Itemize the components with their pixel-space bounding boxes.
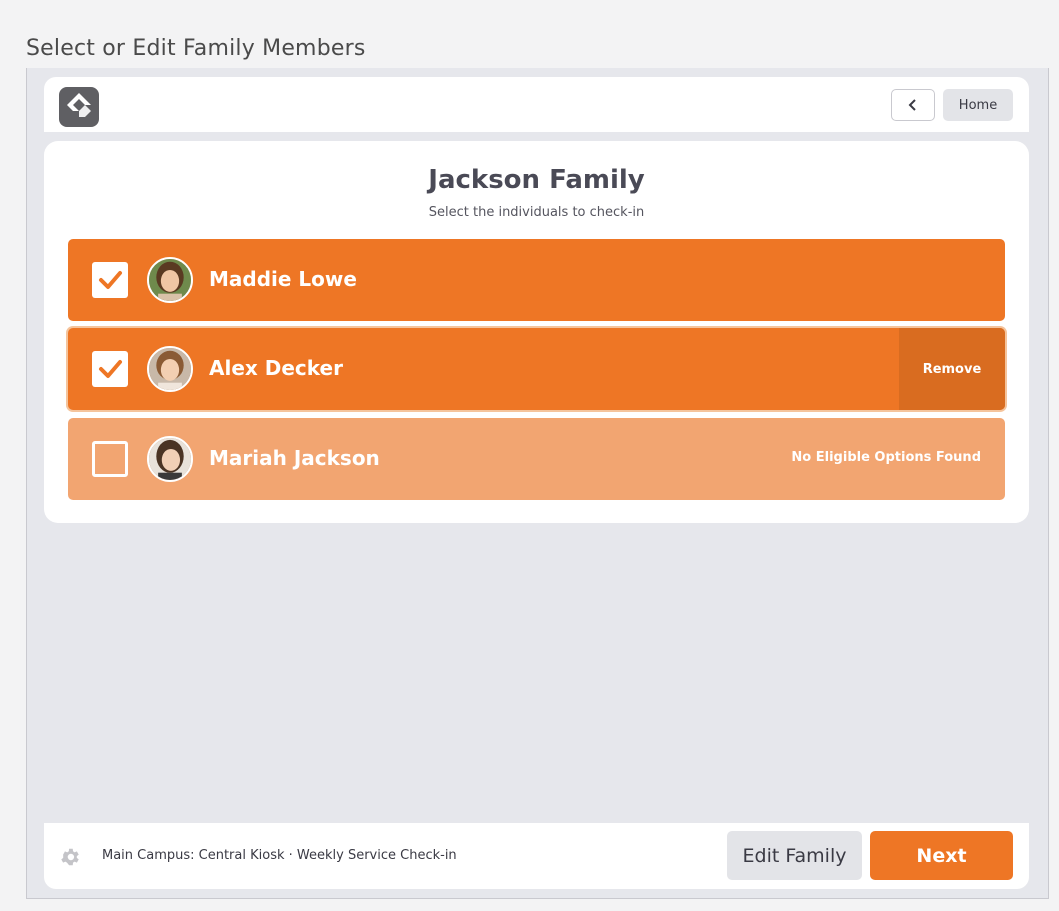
next-button[interactable]: Next (870, 831, 1013, 880)
family-panel: Jackson Family Select the individuals to… (44, 141, 1029, 523)
person-name: Maddie Lowe (209, 267, 357, 291)
checkmark-icon (99, 360, 122, 378)
page-caption: Select or Edit Family Members (26, 36, 366, 61)
person-row-maddie-lowe[interactable]: Maddie Lowe (68, 239, 1005, 321)
footer-bar: Main Campus: Central Kiosk · Weekly Serv… (44, 823, 1029, 889)
edit-family-button[interactable]: Edit Family (727, 831, 862, 880)
remove-button[interactable]: Remove (899, 328, 1005, 410)
family-title: Jackson Family (428, 165, 645, 195)
person-name: Mariah Jackson (209, 446, 380, 470)
checkbox-checked[interactable] (92, 351, 128, 387)
avatar (147, 346, 193, 392)
checkbox-checked[interactable] (92, 262, 128, 298)
checkbox-unchecked[interactable] (92, 441, 128, 477)
person-row-mariah-jackson[interactable]: Mariah Jackson No Eligible Options Found (68, 418, 1005, 500)
back-button[interactable] (891, 89, 935, 121)
kiosk-info: Main Campus: Central Kiosk · Weekly Serv… (102, 848, 457, 863)
chevron-left-icon (908, 99, 916, 111)
rock-logo-icon (59, 87, 99, 127)
checkmark-icon (99, 271, 122, 289)
gear-icon[interactable] (59, 846, 81, 868)
status-label: No Eligible Options Found (791, 450, 981, 465)
person-name: Alex Decker (209, 356, 343, 380)
person-row-alex-decker[interactable]: Alex Decker Remove (68, 328, 1005, 410)
header-bar: Home (44, 77, 1029, 132)
kiosk-frame: Home Jackson Family Select the individua… (26, 68, 1049, 899)
family-subtitle: Select the individuals to check-in (428, 205, 645, 220)
home-button[interactable]: Home (943, 89, 1013, 121)
avatar (147, 436, 193, 482)
avatar (147, 257, 193, 303)
